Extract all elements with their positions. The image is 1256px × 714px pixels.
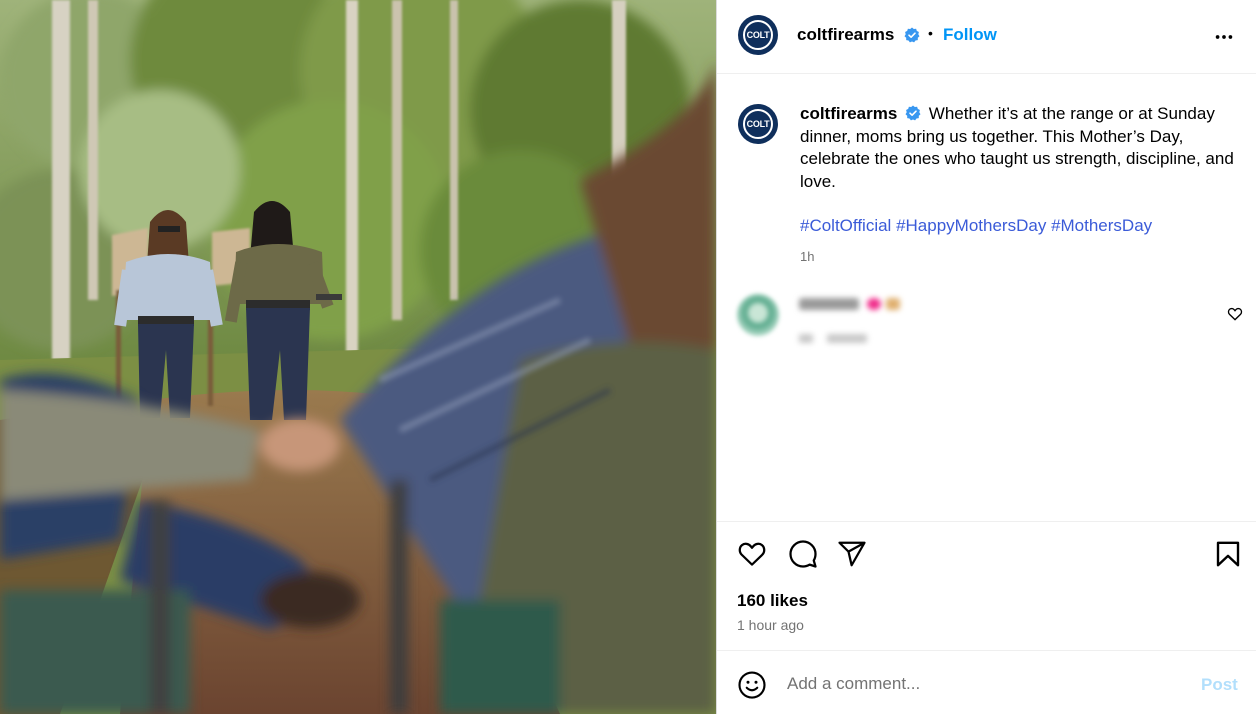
photo-illustration <box>0 0 716 714</box>
commenter-avatar[interactable] <box>737 294 779 336</box>
add-comment-bar: Post <box>717 650 1256 714</box>
verified-badge-icon <box>905 105 921 121</box>
comment-input[interactable] <box>787 669 1187 699</box>
post-photo <box>0 0 716 714</box>
account-username[interactable]: coltfirearms <box>797 25 894 45</box>
colt-logo: COLT <box>743 20 773 50</box>
caption-hashtags: #ColtOfficial #HappyMothersDay #MothersD… <box>800 215 1240 237</box>
hashtag-colt-official[interactable]: #ColtOfficial <box>800 216 891 235</box>
header-separator: • <box>928 25 933 41</box>
verified-badge-icon <box>904 27 920 43</box>
more-horizontal-icon[interactable] <box>1213 26 1235 48</box>
caption-username[interactable]: coltfirearms <box>800 104 897 123</box>
heart-icon[interactable] <box>737 539 767 569</box>
post-details-panel: COLT coltfirearms • Follow COLT coltfire… <box>716 0 1256 714</box>
post-comment-button[interactable]: Post <box>1201 675 1238 695</box>
caption-timestamp[interactable]: 1h <box>800 249 814 264</box>
post-actions: 160 likes 1 hour ago <box>717 521 1256 651</box>
hashtag-mothers-day[interactable]: #MothersDay <box>1051 216 1152 235</box>
logo-text: COLT <box>746 30 770 40</box>
account-avatar[interactable]: COLT <box>738 15 778 55</box>
bookmark-icon[interactable] <box>1213 539 1243 569</box>
colt-logo: COLT <box>743 109 773 139</box>
smiley-icon[interactable] <box>737 670 767 700</box>
comment-meta <box>799 330 867 346</box>
logo-text: COLT <box>746 119 770 129</box>
follow-button[interactable]: Follow <box>943 25 997 45</box>
comment-bubble-icon[interactable] <box>788 539 818 569</box>
post-header: COLT coltfirearms • Follow <box>717 0 1256 74</box>
paper-plane-icon[interactable] <box>837 539 867 569</box>
hashtag-happy-mothers-day[interactable]: #HappyMothersDay <box>896 216 1046 235</box>
post-caption: coltfirearms Whether it’s at the range o… <box>800 103 1240 193</box>
likes-count[interactable]: 160 likes <box>737 591 808 611</box>
comment-text <box>799 297 900 315</box>
post-timestamp[interactable]: 1 hour ago <box>737 617 804 633</box>
comment-like-heart-icon[interactable] <box>1227 306 1243 322</box>
caption-avatar[interactable]: COLT <box>738 104 778 144</box>
